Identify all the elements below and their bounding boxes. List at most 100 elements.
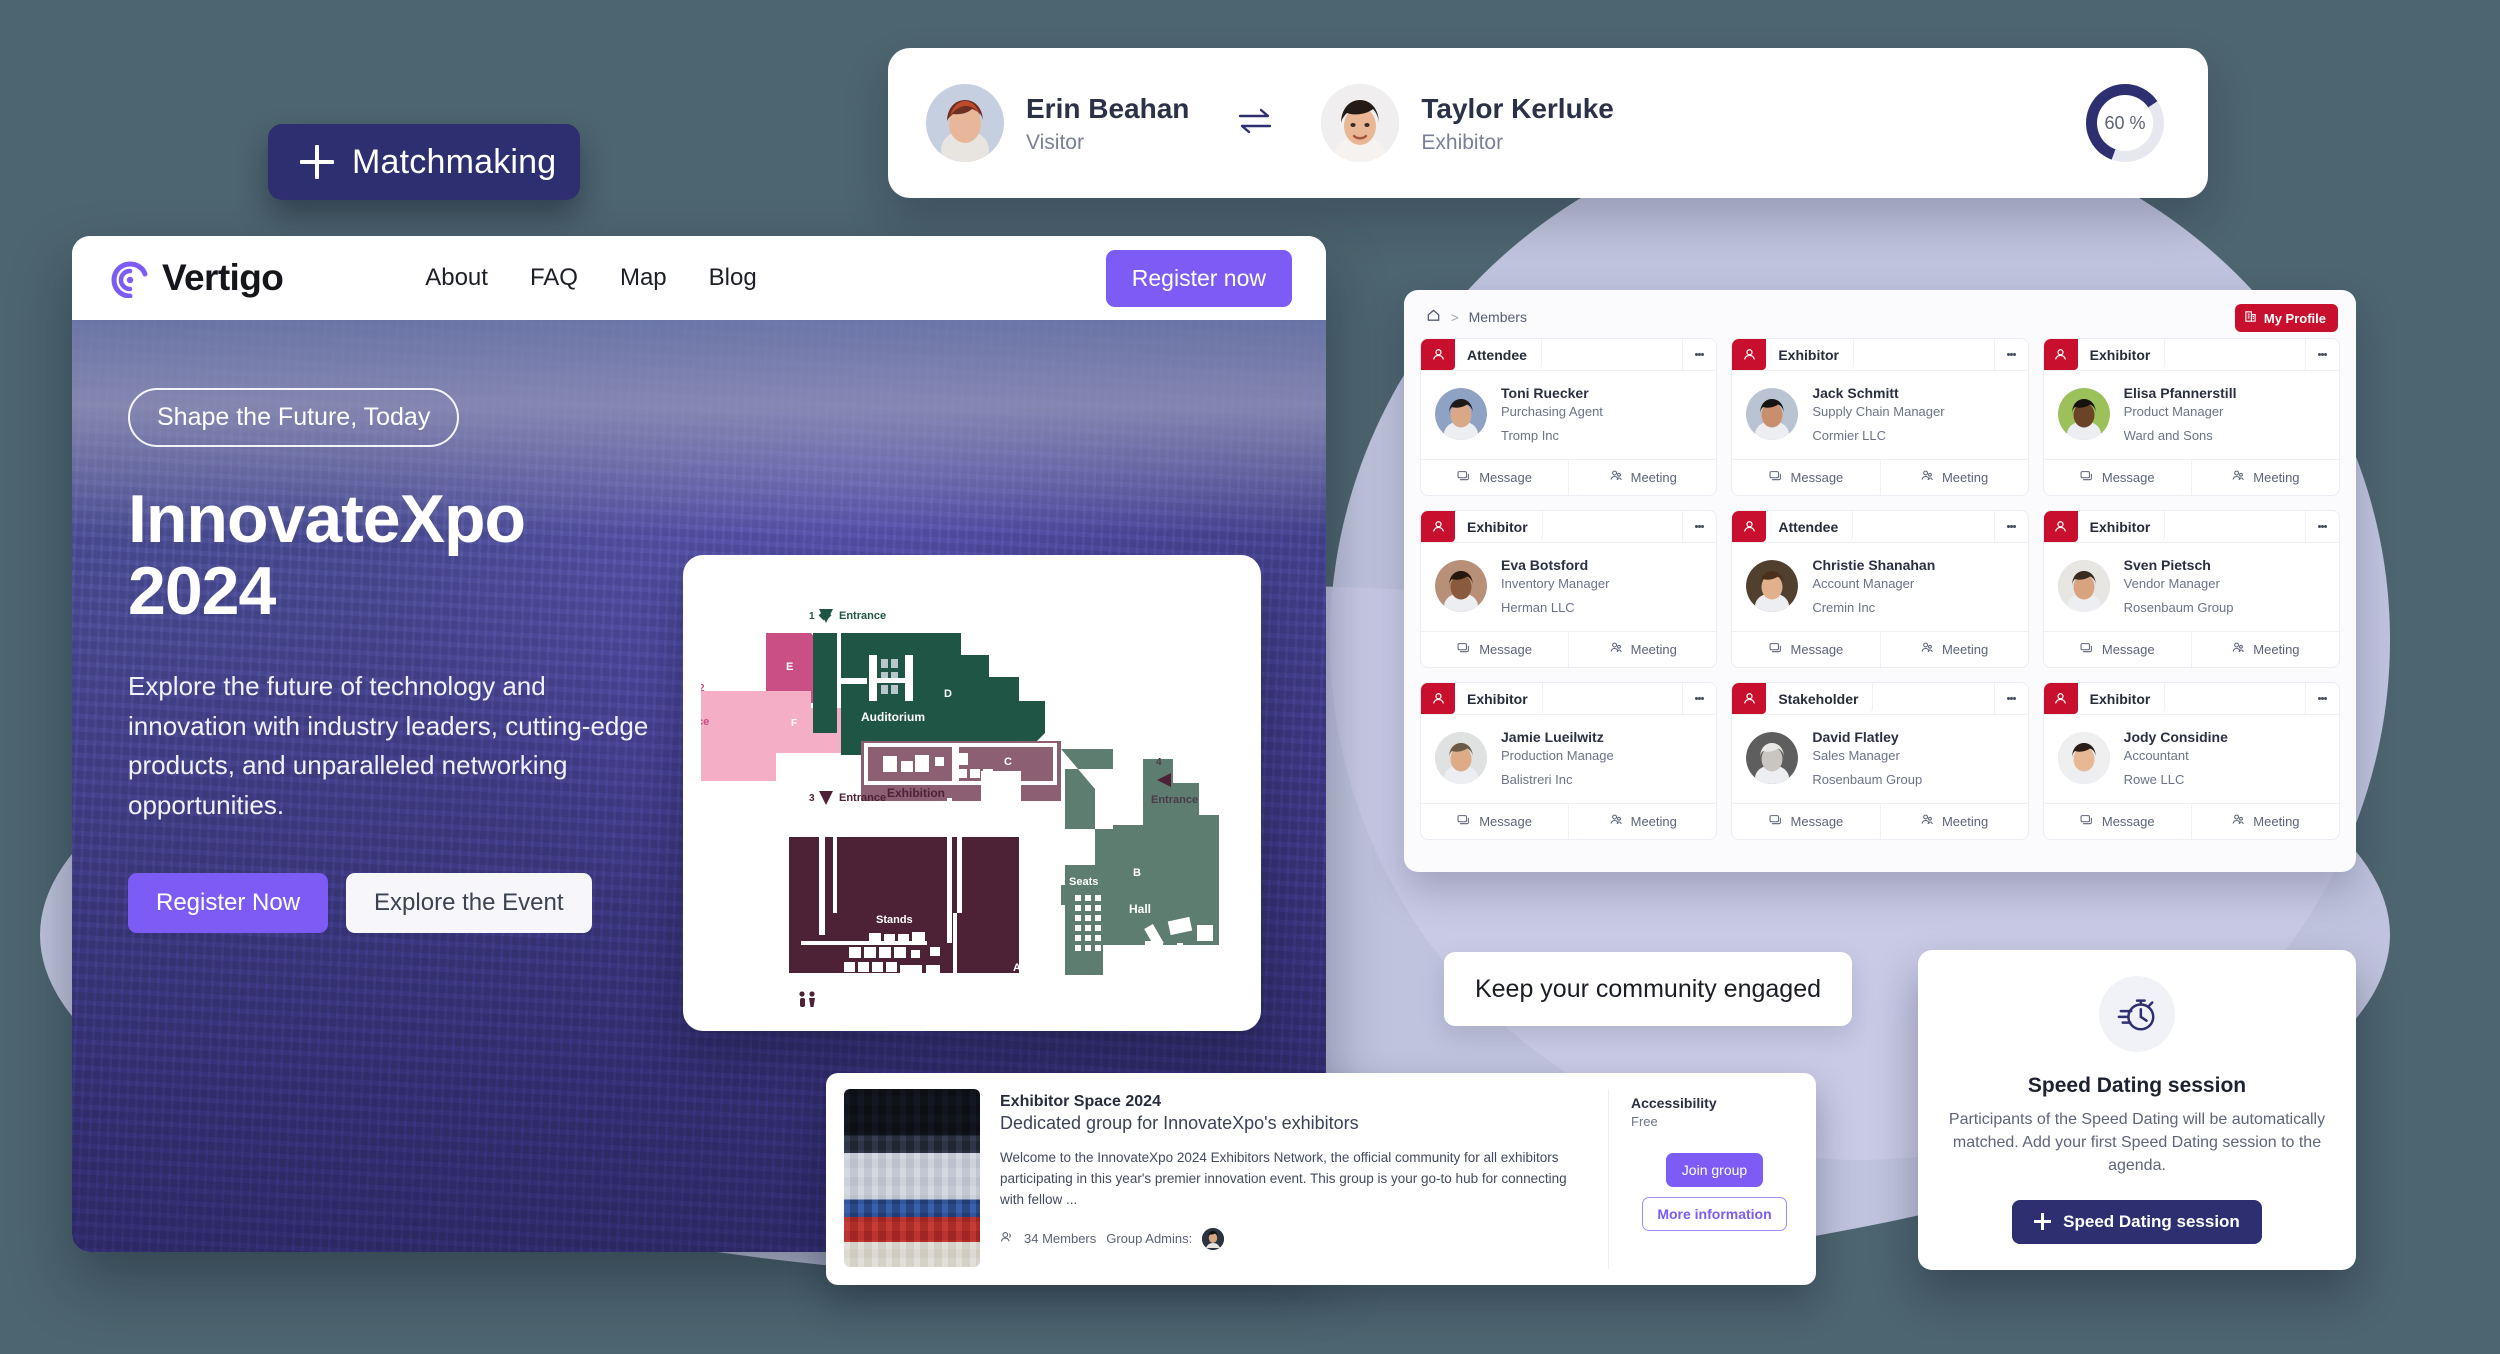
member-title: Accountant bbox=[2123, 748, 2189, 763]
group-admins-label: Group Admins: bbox=[1106, 1231, 1193, 1247]
more-options-icon[interactable] bbox=[2305, 683, 2339, 714]
site-logo[interactable]: Vertigo bbox=[108, 254, 284, 303]
nav-link-map[interactable]: Map bbox=[620, 264, 667, 292]
member-card[interactable]: Exhibitor Jody Considine Accountant Rowe… bbox=[2042, 682, 2340, 840]
home-icon[interactable] bbox=[1426, 308, 1441, 326]
hero-badge: Shape the Future, Today bbox=[128, 388, 460, 447]
meeting-label: Meeting bbox=[1941, 470, 1989, 485]
plus-icon bbox=[2034, 1213, 2052, 1231]
member-role: Exhibitor bbox=[1766, 339, 1854, 370]
member-card-actions: Message Meeting bbox=[2043, 631, 2339, 667]
member-card-body: David Flatley Sales Manager Rosenbaum Gr… bbox=[1732, 715, 2027, 803]
community-pill-label: Keep your community engaged bbox=[1474, 974, 1822, 1003]
meeting-icon bbox=[1920, 469, 1934, 486]
add-speed-dating-session-label: Speed Dating session bbox=[2063, 1211, 2240, 1231]
auditorium-label: Auditorium bbox=[861, 710, 925, 724]
member-card[interactable]: Exhibitor Elisa Pfannerstill Product Man… bbox=[2042, 338, 2340, 496]
more-options-icon[interactable] bbox=[1682, 339, 1716, 370]
group-members-count: 34 Members bbox=[1024, 1231, 1097, 1247]
meeting-action[interactable]: Meeting bbox=[1879, 632, 2028, 667]
meeting-action[interactable]: Meeting bbox=[1568, 632, 1716, 667]
meeting-action[interactable]: Meeting bbox=[1568, 804, 1716, 839]
message-icon bbox=[1769, 641, 1783, 658]
matchmaking-chip[interactable]: Matchmaking bbox=[268, 124, 580, 200]
member-card-actions: Message Meeting bbox=[2043, 459, 2339, 495]
member-info: David Flatley Sales Manager Rosenbaum Gr… bbox=[1812, 729, 1922, 787]
message-action[interactable]: Message bbox=[1421, 804, 1568, 839]
group-admin-avatar[interactable] bbox=[1202, 1227, 1225, 1250]
more-options-icon[interactable] bbox=[1993, 511, 2028, 542]
hero-title-line2: 2024 bbox=[128, 553, 276, 630]
message-icon bbox=[1457, 641, 1471, 658]
message-action[interactable]: Message bbox=[2044, 460, 2191, 495]
match-person-right[interactable]: Taylor Kerluke Exhibitor bbox=[1321, 84, 1614, 162]
more-options-icon[interactable] bbox=[1993, 339, 2028, 370]
message-label: Message bbox=[1479, 814, 1532, 829]
stands-label: Stands bbox=[876, 914, 913, 926]
message-action[interactable]: Message bbox=[1732, 804, 1879, 839]
hero-paragraph: Explore the future of technology and inn… bbox=[128, 671, 649, 820]
member-role: Exhibitor bbox=[1455, 511, 1543, 542]
member-card[interactable]: Exhibitor Sven Pietsch Vendor Manager Ro… bbox=[2042, 510, 2340, 668]
stopwatch-icon bbox=[2099, 976, 2175, 1052]
meeting-action[interactable]: Meeting bbox=[2190, 804, 2339, 839]
more-options-icon[interactable] bbox=[2305, 511, 2339, 542]
more-options-icon[interactable] bbox=[1993, 683, 2028, 714]
swap-arrows-icon bbox=[1235, 106, 1275, 141]
message-action[interactable]: Message bbox=[1732, 632, 1879, 667]
member-card-actions: Message Meeting bbox=[1732, 631, 2028, 667]
message-action[interactable]: Message bbox=[1421, 460, 1568, 495]
breadcrumb-current[interactable]: Members bbox=[1469, 309, 1527, 325]
avatar bbox=[1321, 84, 1400, 162]
message-label: Message bbox=[2101, 642, 2155, 657]
member-card[interactable]: Exhibitor Jamie Lueilwitz Production Man… bbox=[1420, 682, 1718, 840]
my-profile-label: My Profile bbox=[2263, 310, 2326, 326]
message-action[interactable]: Message bbox=[1421, 632, 1568, 667]
hero-title-line1: InnovateXpo bbox=[128, 481, 526, 557]
member-card[interactable]: Attendee Christie Shanahan Account Manag… bbox=[1731, 510, 2029, 668]
member-card-body: Jody Considine Accountant Rowe LLC bbox=[2044, 715, 2339, 803]
nav-link-faq[interactable]: FAQ bbox=[530, 264, 578, 292]
my-profile-button[interactable]: My Profile bbox=[2234, 304, 2338, 332]
meeting-icon bbox=[2231, 813, 2245, 830]
speed-dating-title: Speed Dating session bbox=[2027, 1074, 2247, 1097]
hero-buttons: Register Now Explore the Event bbox=[128, 873, 706, 934]
matchmaking-card: Erin Beahan Visitor Taylor Kerluke Exhib… bbox=[888, 48, 2208, 198]
message-action[interactable]: Message bbox=[2044, 804, 2191, 839]
member-card[interactable]: Attendee Toni Ruecker Purchasing Agent T… bbox=[1420, 338, 1718, 496]
floorplan-card[interactable]: E F Auditorium D C Exhibition Stands A T… bbox=[683, 555, 1261, 1031]
entrance-3-number: 3 bbox=[809, 793, 815, 804]
member-org: Rosenbaum Group bbox=[1812, 772, 1923, 787]
add-speed-dating-session-button[interactable]: Speed Dating session bbox=[2012, 1199, 2262, 1244]
toilet-label: Toilet bbox=[827, 996, 856, 1008]
meeting-action[interactable]: Meeting bbox=[1879, 460, 2028, 495]
hero-content: Shape the Future, Today InnovateXpo 2024… bbox=[72, 320, 762, 934]
meeting-action[interactable]: Meeting bbox=[2190, 632, 2339, 667]
screenshot-stage: Matchmaking Erin Beahan Visitor Taylor K… bbox=[0, 0, 2500, 1354]
hero-explore-event-button[interactable]: Explore the Event bbox=[346, 873, 592, 934]
more-information-button[interactable]: More information bbox=[1642, 1197, 1787, 1231]
meeting-action[interactable]: Meeting bbox=[1568, 460, 1716, 495]
match-person-left[interactable]: Erin Beahan Visitor bbox=[926, 84, 1189, 162]
meeting-label: Meeting bbox=[1941, 642, 1989, 657]
more-options-icon[interactable] bbox=[1682, 511, 1716, 542]
join-group-button[interactable]: Join group bbox=[1665, 1153, 1764, 1187]
register-now-nav-button[interactable]: Register now bbox=[1105, 249, 1292, 307]
more-options-icon[interactable] bbox=[2305, 339, 2339, 370]
more-options-icon[interactable] bbox=[1682, 683, 1716, 714]
member-card-actions: Message Meeting bbox=[1421, 459, 1717, 495]
group-cover-photo bbox=[844, 1089, 980, 1267]
member-card[interactable]: Exhibitor Eva Botsford Inventory Manager bbox=[1420, 510, 1718, 668]
nav-link-blog[interactable]: Blog bbox=[709, 264, 757, 292]
member-card[interactable]: Exhibitor Jack Schmitt Supply Chain Mana… bbox=[1731, 338, 2029, 496]
message-action[interactable]: Message bbox=[1732, 460, 1879, 495]
meeting-action[interactable]: Meeting bbox=[2190, 460, 2339, 495]
meeting-action[interactable]: Meeting bbox=[1879, 804, 2028, 839]
nav-link-about[interactable]: About bbox=[425, 264, 488, 292]
zone-E-label: E bbox=[786, 661, 793, 673]
member-card[interactable]: Stakeholder David Flatley Sales Manager bbox=[1731, 682, 2029, 840]
group-meta: 34 Members Group Admins: bbox=[1000, 1227, 1590, 1250]
message-action[interactable]: Message bbox=[2044, 632, 2191, 667]
hero-register-now-button[interactable]: Register Now bbox=[128, 873, 329, 934]
member-org: Cremin Inc bbox=[1812, 600, 1876, 615]
